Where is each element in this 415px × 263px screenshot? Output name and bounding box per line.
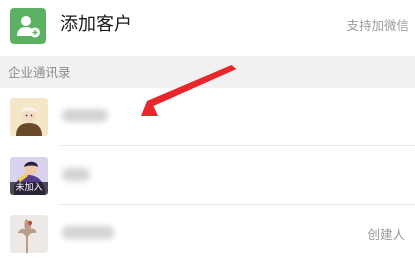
annotation-arrow xyxy=(141,65,237,116)
